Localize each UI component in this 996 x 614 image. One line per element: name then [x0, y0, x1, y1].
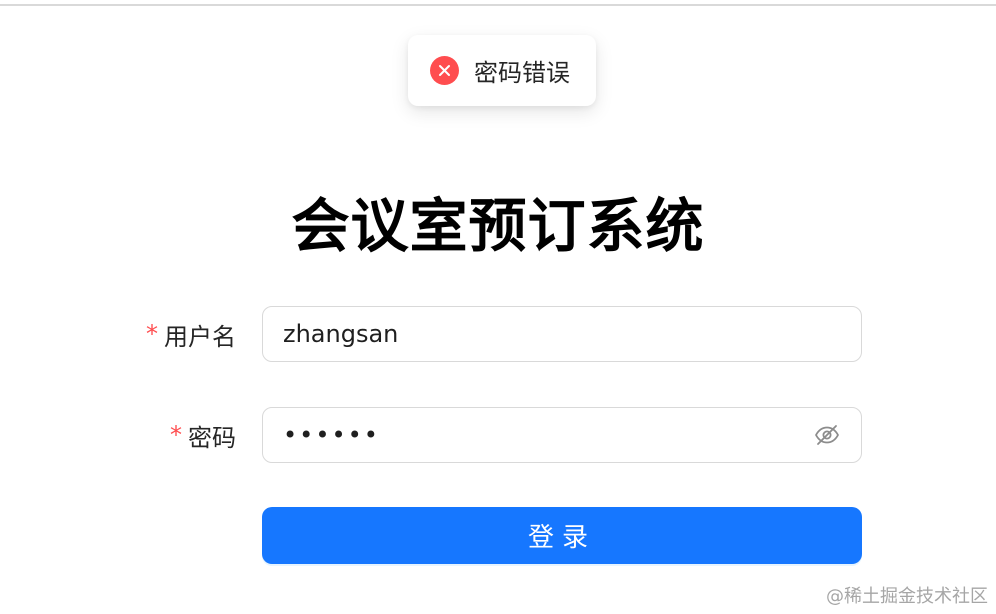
password-label: * 密码 — [170, 407, 236, 463]
password-input[interactable] — [283, 421, 813, 449]
page-title: 会议室预订系统 — [291, 192, 705, 260]
username-input[interactable] — [283, 320, 841, 348]
username-label-text: 用户名 — [164, 322, 236, 351]
username-input-wrapper[interactable] — [262, 306, 862, 362]
watermark-text: @稀土掘金技术社区 — [826, 586, 988, 607]
login-button[interactable]: 登录 — [262, 507, 862, 564]
close-circle-icon — [430, 56, 459, 85]
eye-invisible-icon[interactable] — [813, 421, 841, 449]
username-label: * 用户名 — [146, 306, 236, 362]
error-message-toast: 密码错误 — [408, 35, 596, 106]
required-mark: * — [170, 421, 182, 449]
top-divider — [0, 4, 996, 6]
login-page: 密码错误 会议室预订系统 * 用户名 * 密码 登录 @稀土掘 — [0, 0, 996, 614]
toast-message: 密码错误 — [474, 59, 570, 87]
password-input-wrapper[interactable] — [262, 407, 862, 463]
required-mark: * — [146, 320, 158, 348]
password-label-text: 密码 — [188, 423, 236, 452]
password-form-item: * 密码 — [0, 407, 996, 463]
username-form-item: * 用户名 — [0, 306, 996, 362]
